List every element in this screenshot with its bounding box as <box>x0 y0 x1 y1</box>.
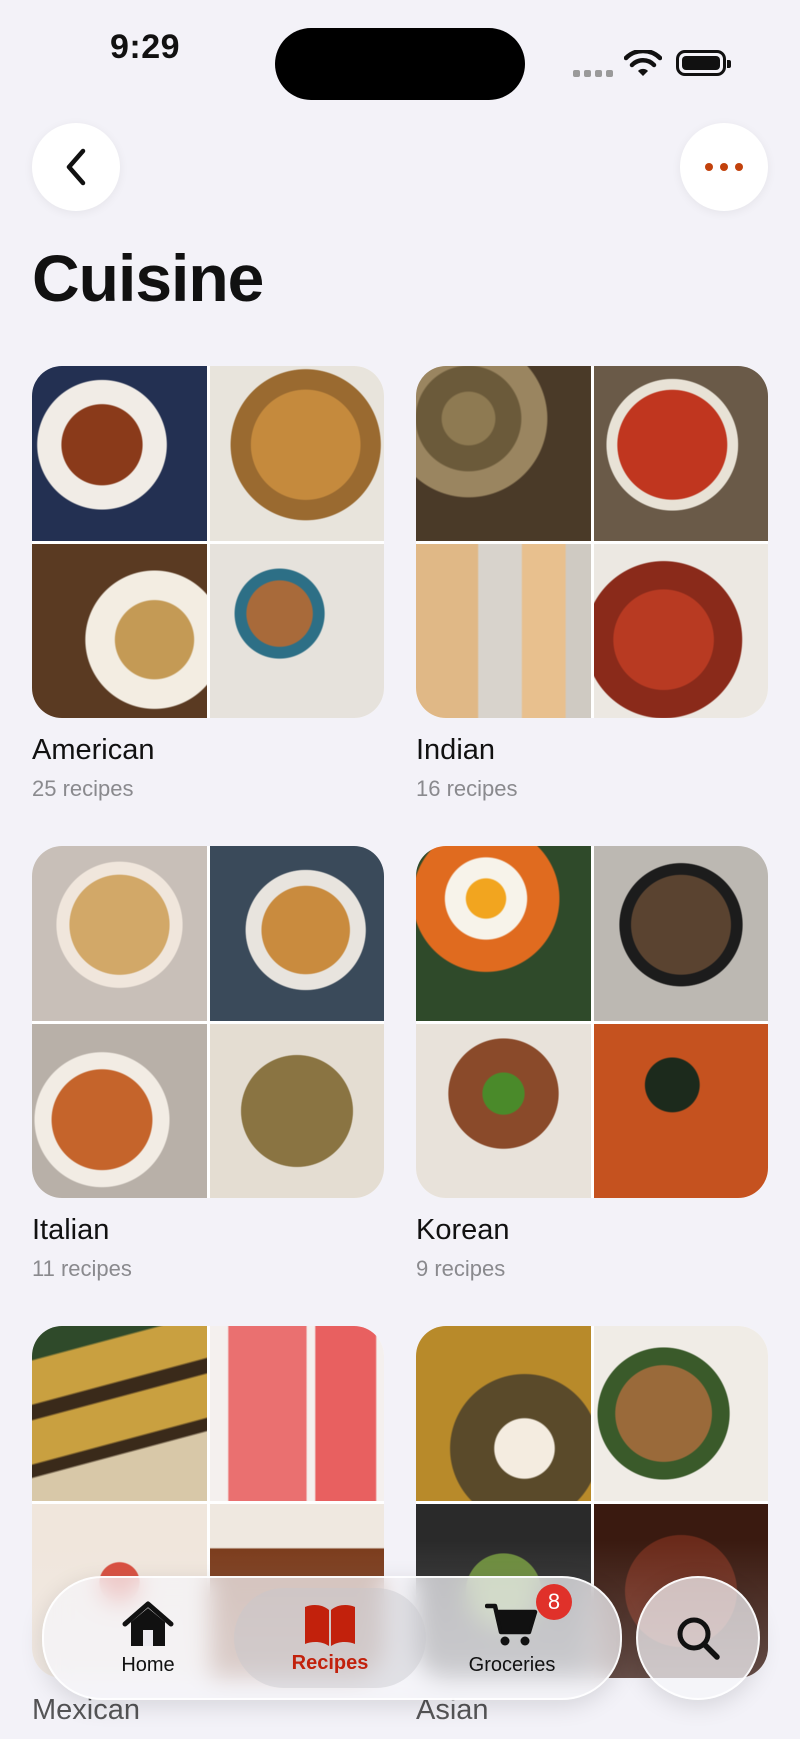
recipe-thumbnail <box>209 366 384 541</box>
recipe-thumbnail <box>32 543 207 718</box>
recipe-thumbnail <box>209 1326 384 1501</box>
groceries-badge: 8 <box>536 1584 572 1620</box>
tab-home-label: Home <box>121 1653 175 1676</box>
recipe-thumbnail <box>416 846 591 1021</box>
cuisine-image-mosaic <box>416 846 768 1198</box>
cart-icon <box>485 1603 538 1645</box>
recipe-count: 16 recipes <box>416 776 518 801</box>
cuisine-name: Italian <box>32 1214 110 1246</box>
cuisine-name: Korean <box>416 1214 510 1246</box>
more-options-button[interactable] <box>680 123 768 211</box>
recipe-thumbnail <box>209 543 384 718</box>
recipe-thumbnail <box>209 846 384 1021</box>
wifi-icon <box>624 50 662 76</box>
back-button[interactable] <box>32 123 120 211</box>
tab-groceries-label: Groceries <box>468 1653 556 1676</box>
tab-recipes[interactable]: Recipes <box>234 1588 426 1688</box>
search-button[interactable] <box>636 1576 760 1700</box>
status-time: 9:29 <box>110 28 181 66</box>
recipe-thumbnail <box>32 846 207 1021</box>
cuisine-name: American <box>32 734 155 766</box>
search-icon <box>677 1617 720 1660</box>
tab-bar: Home Recipes Groceries <box>42 1576 622 1700</box>
recipe-count: 9 recipes <box>416 1256 506 1281</box>
recipe-thumbnail <box>32 1326 207 1501</box>
cuisine-image-mosaic <box>416 366 768 718</box>
dynamic-island <box>275 28 525 100</box>
tab-home[interactable]: Home <box>52 1588 244 1688</box>
recipe-thumbnail <box>416 366 591 541</box>
cuisine-image-mosaic <box>32 366 384 718</box>
chevron-left-icon <box>66 148 86 186</box>
page-title: Cuisine <box>32 241 264 315</box>
cellular-signal-icon <box>573 70 613 78</box>
cuisine-name: Indian <box>416 734 496 766</box>
ellipsis-icon <box>705 163 743 171</box>
recipe-thumbnail <box>416 1023 591 1198</box>
recipe-thumbnail <box>593 846 768 1021</box>
cuisine-image-mosaic <box>32 846 384 1198</box>
recipe-count: 11 recipes <box>32 1256 132 1281</box>
house-icon <box>122 1601 174 1646</box>
cuisine-card-italian[interactable]: Italian 11 recipes <box>32 846 384 1281</box>
recipe-thumbnail <box>209 1023 384 1198</box>
battery-icon <box>676 50 731 76</box>
recipe-thumbnail <box>593 1326 768 1501</box>
recipe-thumbnail <box>416 1326 591 1501</box>
cuisine-card-indian[interactable]: Indian 16 recipes <box>416 366 768 801</box>
book-icon <box>305 1604 355 1646</box>
recipe-thumbnail <box>32 1023 207 1198</box>
recipe-thumbnail <box>32 366 207 541</box>
recipe-thumbnail <box>593 1023 768 1198</box>
recipe-thumbnail <box>416 543 591 718</box>
recipe-count: 25 recipes <box>32 776 134 801</box>
recipe-thumbnail <box>593 543 768 718</box>
recipe-thumbnail <box>593 366 768 541</box>
tab-groceries[interactable]: Groceries <box>416 1588 608 1688</box>
cuisine-card-korean[interactable]: Korean 9 recipes <box>416 846 768 1281</box>
tab-recipes-label: Recipes <box>291 1651 369 1674</box>
cuisine-card-american[interactable]: American 25 recipes <box>32 366 384 801</box>
